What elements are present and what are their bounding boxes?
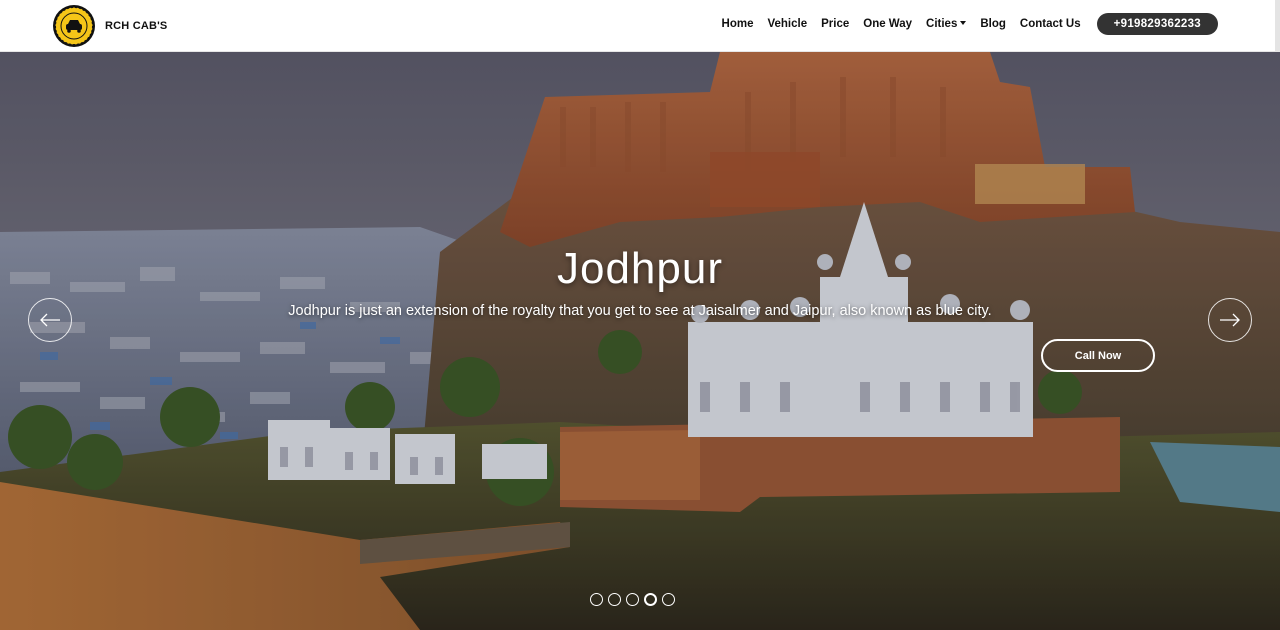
nav-price[interactable]: Price [821, 18, 849, 30]
scrollbar[interactable] [1275, 0, 1280, 51]
phone-button[interactable]: +919829362233 [1096, 13, 1218, 35]
next-slide-button[interactable] [1208, 298, 1252, 342]
nav-cities-dropdown[interactable]: Cities [926, 18, 966, 30]
nav-home[interactable]: Home [722, 18, 754, 30]
site-header: RCH CAB'S Home Vehicle Price One Way Cit… [0, 0, 1280, 52]
slide-dot-2[interactable] [608, 593, 621, 606]
slide-dot-1[interactable] [590, 593, 603, 606]
slide-dot-3[interactable] [626, 593, 639, 606]
prev-slide-button[interactable] [28, 298, 72, 342]
slide-indicators [590, 593, 675, 606]
nav-vehicle[interactable]: Vehicle [767, 18, 807, 30]
brand[interactable]: RCH CAB'S [52, 3, 167, 48]
brand-name: RCH CAB'S [105, 19, 168, 32]
main-nav: Home Vehicle Price One Way Cities Blog C… [722, 13, 1218, 35]
hero-slider: Jodhpur Jodhpur is just an extension of … [0, 52, 1280, 630]
nav-blog[interactable]: Blog [980, 18, 1006, 30]
nav-contact-us[interactable]: Contact Us [1020, 18, 1081, 30]
slide-dot-4[interactable] [644, 593, 657, 606]
slide-title: Jodhpur [556, 244, 723, 293]
nav-one-way[interactable]: One Way [863, 18, 912, 30]
arrow-right-icon [1220, 313, 1240, 327]
taxi-badge-icon [53, 4, 95, 47]
slide-dot-5[interactable] [662, 593, 675, 606]
arrow-left-icon [40, 313, 60, 327]
slide-subtitle: Jodhpur is just an extension of the roya… [288, 303, 992, 319]
call-now-button[interactable]: Call Now [1041, 339, 1155, 372]
